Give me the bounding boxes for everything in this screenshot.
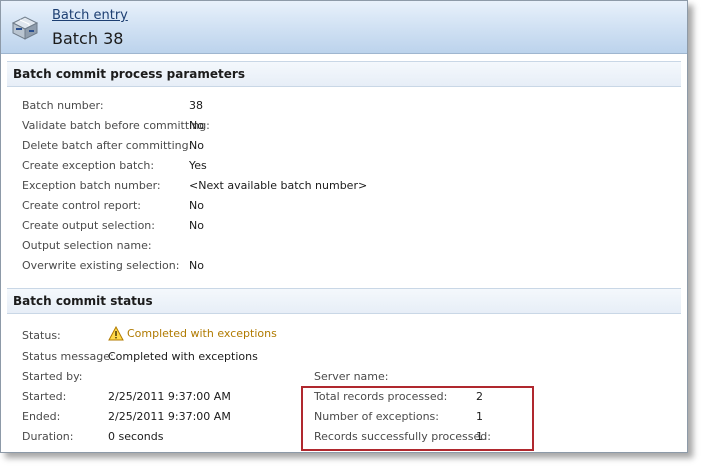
status-message-label: Status message: bbox=[22, 350, 114, 363]
batch-number-value: 38 bbox=[189, 99, 203, 112]
create-control-report-label: Create control report: bbox=[22, 199, 141, 212]
started-by-label: Started by: bbox=[22, 370, 83, 383]
duration-label: Duration: bbox=[22, 430, 74, 443]
warning-icon bbox=[108, 326, 124, 341]
validate-batch-label: Validate batch before committing: bbox=[22, 119, 210, 132]
exception-batch-number-value: <Next available batch number> bbox=[189, 179, 368, 192]
overwrite-selection-label: Overwrite existing selection: bbox=[22, 259, 180, 272]
ended-label: Ended: bbox=[22, 410, 61, 423]
batch-icon bbox=[11, 16, 39, 40]
create-exception-batch-value: Yes bbox=[189, 159, 207, 172]
status-message-value: Completed with exceptions bbox=[108, 350, 258, 363]
started-value: 2/25/2011 9:37:00 AM bbox=[108, 390, 231, 403]
page-title: Batch 38 bbox=[52, 29, 124, 48]
records-highlight-box bbox=[301, 386, 534, 451]
output-selection-name-label: Output selection name: bbox=[22, 239, 152, 252]
create-control-report-value: No bbox=[189, 199, 204, 212]
batch-number-label: Batch number: bbox=[22, 99, 104, 112]
create-exception-batch-label: Create exception batch: bbox=[22, 159, 155, 172]
delete-batch-value: No bbox=[189, 139, 204, 152]
started-label: Started: bbox=[22, 390, 67, 403]
overwrite-selection-value: No bbox=[189, 259, 204, 272]
status-section: Batch commit status bbox=[7, 288, 681, 314]
batch-window: Batch entry Batch 38 Batch commit proces… bbox=[0, 0, 688, 453]
create-output-selection-label: Create output selection: bbox=[22, 219, 155, 232]
breadcrumb-batch-entry[interactable]: Batch entry bbox=[52, 8, 128, 23]
status-section-title: Batch commit status bbox=[7, 288, 681, 314]
status-label: Status: bbox=[22, 329, 61, 342]
duration-value: 0 seconds bbox=[108, 430, 164, 443]
status-value: Completed with exceptions bbox=[127, 327, 277, 340]
parameters-section-title: Batch commit process parameters bbox=[7, 61, 681, 87]
delete-batch-label: Delete batch after committing: bbox=[22, 139, 193, 152]
server-name-label: Server name: bbox=[314, 370, 389, 383]
parameters-section: Batch commit process parameters bbox=[7, 61, 681, 87]
ended-value: 2/25/2011 9:37:00 AM bbox=[108, 410, 231, 423]
validate-batch-value: No bbox=[189, 119, 204, 132]
exception-batch-number-label: Exception batch number: bbox=[22, 179, 161, 192]
create-output-selection-value: No bbox=[189, 219, 204, 232]
page-header: Batch entry Batch 38 bbox=[1, 1, 687, 54]
